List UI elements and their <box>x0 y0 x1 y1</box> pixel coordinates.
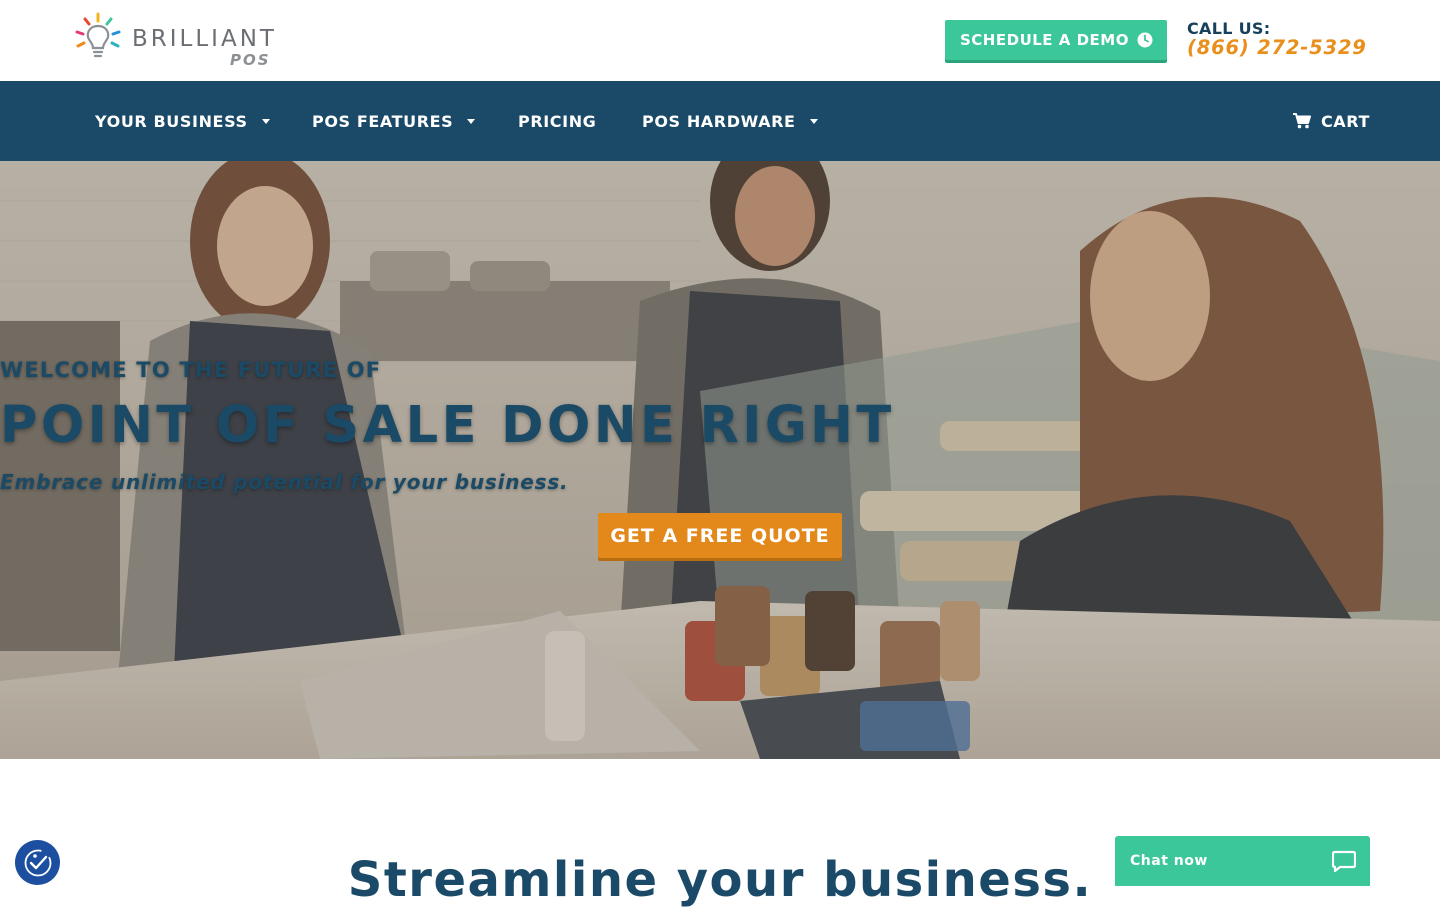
caret-down-icon <box>467 118 476 124</box>
main-navigation: YOUR BUSINESS POS FEATURES PRICING POS H… <box>0 81 1440 161</box>
nav-item-label: POS FEATURES <box>312 111 454 131</box>
hero-color-overlay <box>0 161 1440 759</box>
nav-item-pos-hardware[interactable]: POS HARDWARE <box>642 81 818 161</box>
schedule-demo-label: SCHEDULE A DEMO <box>960 31 1129 49</box>
caret-down-icon <box>261 118 270 124</box>
phone-number-link[interactable]: (866) 272-5329 <box>1187 36 1367 59</box>
top-header: BRILLIANT POS SCHEDULE A DEMO CALL US: (… <box>0 0 1440 81</box>
chat-bubble-icon <box>1332 850 1356 872</box>
shopping-cart-icon <box>1292 113 1311 129</box>
hero-banner: WELCOME TO THE FUTURE OF POINT OF SALE D… <box>0 161 1440 759</box>
accessibility-button[interactable] <box>15 840 60 885</box>
nav-item-label: YOUR BUSINESS <box>95 111 248 131</box>
nav-item-your-business[interactable]: YOUR BUSINESS <box>95 81 270 161</box>
schedule-demo-button[interactable]: SCHEDULE A DEMO <box>945 20 1167 60</box>
caret-down-icon <box>809 118 818 124</box>
hero-headline: POINT OF SALE DONE RIGHT <box>0 396 895 455</box>
nav-item-label: POS HARDWARE <box>642 111 796 131</box>
accessibility-icon <box>24 849 51 876</box>
chat-label: Chat now <box>1130 853 1208 869</box>
logo-wordmark: BRILLIANT <box>132 26 277 52</box>
brilliant-pos-logo[interactable]: BRILLIANT POS <box>74 12 274 72</box>
clock-icon <box>1137 32 1153 48</box>
nav-item-pos-features[interactable]: POS FEATURES <box>312 81 476 161</box>
cart-link[interactable]: CART <box>1292 81 1370 161</box>
get-free-quote-button[interactable]: GET A FREE QUOTE <box>598 513 842 558</box>
nav-item-label: PRICING <box>518 111 597 131</box>
hero-kicker: WELCOME TO THE FUTURE OF <box>0 358 382 382</box>
logo-subtext: POS <box>230 51 271 69</box>
hero-tagline: Embrace unlimited potential for your bus… <box>0 470 569 494</box>
lightbulb-logo-icon <box>75 12 121 58</box>
nav-item-pricing[interactable]: PRICING <box>518 81 596 161</box>
chat-widget[interactable]: Chat now <box>1115 836 1370 886</box>
cart-label: CART <box>1320 111 1370 131</box>
